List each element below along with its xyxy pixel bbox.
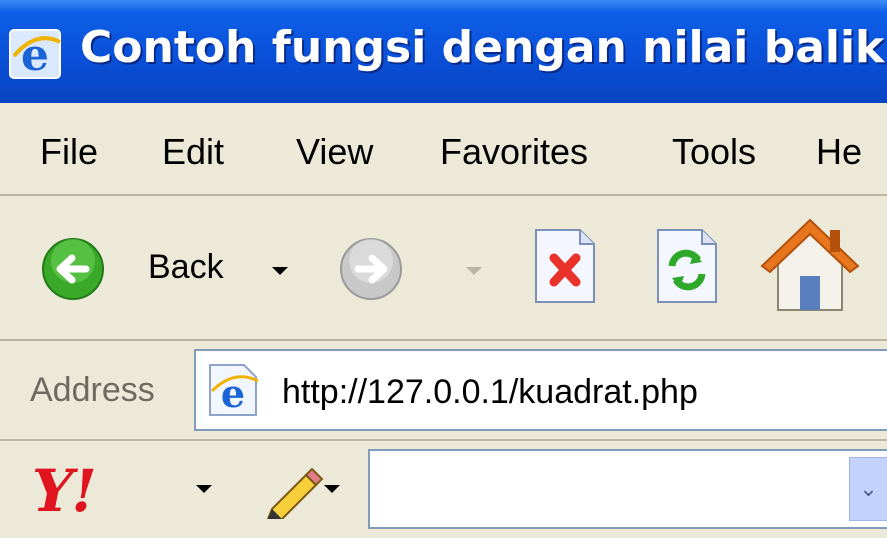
refresh-icon[interactable] (652, 226, 722, 306)
search-dropdown-icon[interactable]: ⌄ (849, 457, 887, 521)
yahoo-search-box[interactable]: ⌄ (368, 449, 887, 529)
address-field[interactable]: e http://127.0.0.1/kuadrat.php (194, 349, 887, 431)
back-dropdown-icon[interactable] (272, 267, 288, 275)
title-bar[interactable]: e Contoh fungsi dengan nilai balik - (0, 0, 887, 103)
forward-arrow-icon[interactable] (338, 236, 404, 302)
menu-file[interactable]: File (40, 131, 98, 173)
forward-dropdown-icon[interactable] (466, 267, 482, 275)
home-icon[interactable] (760, 216, 860, 316)
menu-bar: File Edit View Favorites Tools He (0, 103, 887, 196)
back-button[interactable]: Back (40, 236, 300, 306)
pencil-icon[interactable] (262, 463, 326, 519)
stop-icon[interactable] (530, 226, 600, 306)
window-title: Contoh fungsi dengan nilai balik - (80, 22, 887, 73)
yahoo-logo[interactable]: Y! (32, 457, 97, 525)
yahoo-search-input[interactable] (370, 451, 850, 523)
menu-favorites[interactable]: Favorites (440, 131, 588, 173)
yahoo-dropdown-icon[interactable] (196, 485, 212, 493)
address-label: Address (30, 371, 155, 409)
address-bar: Address e http://127.0.0.1/kuadrat.php (0, 341, 887, 441)
page-ie-icon: e (209, 364, 259, 416)
browser-window: e Contoh fungsi dengan nilai balik - Fil… (0, 0, 887, 538)
menu-view[interactable]: View (296, 131, 373, 173)
ie-icon: e (9, 29, 61, 81)
menu-help[interactable]: He (816, 131, 862, 173)
toolbar: Back (0, 196, 887, 341)
back-arrow-icon (42, 238, 104, 300)
menu-edit[interactable]: Edit (162, 131, 224, 173)
menu-tools[interactable]: Tools (672, 131, 756, 173)
back-label: Back (148, 248, 224, 286)
pencil-dropdown-icon[interactable] (324, 485, 340, 493)
yahoo-toolbar: Y! ⌄ (0, 441, 887, 538)
url-text[interactable]: http://127.0.0.1/kuadrat.php (282, 373, 698, 412)
